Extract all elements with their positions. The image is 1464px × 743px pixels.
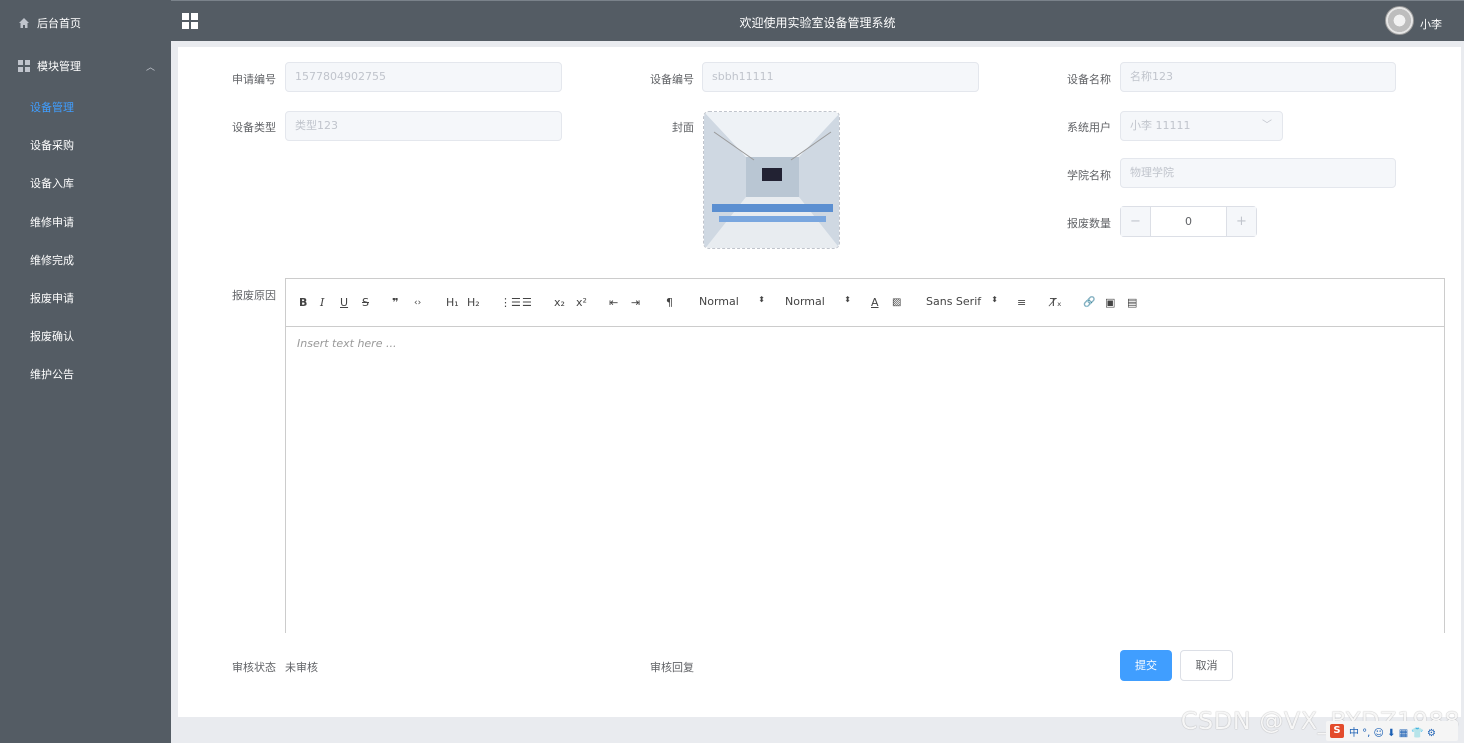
header1-button[interactable]: H₁ <box>446 295 459 311</box>
audit-status-value: 未审核 <box>285 661 318 674</box>
scrap-qty-stepper[interactable]: − 0 + <box>1120 206 1257 237</box>
sidebar-item-label: 设备管理 <box>30 101 74 114</box>
size-picker-label: Normal <box>699 295 739 308</box>
device-name-input[interactable]: 名称123 <box>1120 62 1396 92</box>
header2-button[interactable]: H₂ <box>467 295 480 311</box>
picker-arrow-icon: ⬍ <box>844 295 851 304</box>
sidebar-item-home[interactable]: 后台首页 <box>0 4 171 42</box>
college-input[interactable]: 物理学院 <box>1120 158 1396 188</box>
sidebar-item-device-purchase[interactable]: 设备采购 <box>0 126 171 164</box>
sidebar-item-module[interactable]: 模块管理 ︿ <box>0 47 171 85</box>
device-no-label: 设备编号 <box>650 73 694 86</box>
increment-button[interactable]: + <box>1226 207 1256 236</box>
lab-photo <box>704 112 839 248</box>
sidebar-item-label: 报废确认 <box>30 330 74 343</box>
sidebar-item-device-storage[interactable]: 设备入库 <box>0 164 171 202</box>
device-no-input[interactable]: sbbh11111 <box>702 62 979 92</box>
ime-status: 中 °, ☺ ⬇ ▦ 👕 ⚙ <box>1349 727 1436 739</box>
system-user-label: 系统用户 <box>1067 121 1111 134</box>
sidebar-item-scrap-confirm[interactable]: 报废确认 <box>0 317 171 355</box>
bold-button[interactable]: B <box>299 295 307 311</box>
sidebar-item-label: 后台首页 <box>37 17 81 30</box>
strike-button[interactable]: S <box>362 295 369 311</box>
subscript-button[interactable]: x₂ <box>554 295 565 311</box>
image-icon[interactable]: ▣ <box>1105 295 1115 311</box>
font-picker[interactable]: Sans Serif ⬍ <box>926 295 998 308</box>
sidebar-item-label: 报废申请 <box>30 292 74 305</box>
sidebar-item-label: 维修申请 <box>30 216 74 229</box>
chevron-down-icon: ﹀ <box>1262 120 1272 131</box>
editor-placeholder[interactable]: Insert text here ... <box>297 337 396 350</box>
device-type-label: 设备类型 <box>232 121 276 134</box>
link-icon[interactable]: 🔗 <box>1083 295 1095 311</box>
cover-label: 封面 <box>672 121 694 134</box>
font-picker-label: Sans Serif <box>926 295 982 308</box>
sidebar-item-label: 维护公告 <box>30 368 74 381</box>
clean-format-button[interactable]: T̸ₓ <box>1050 295 1062 311</box>
indent-button[interactable]: ⇥ <box>631 295 640 311</box>
sidebar-item-label: 模块管理 <box>37 60 81 73</box>
editor-toolbar: B I U S ❞ ‹› H₁ H₂ ⋮☰ ☰ x₂ x² ⇤ ⇥ ¶ Norm… <box>286 279 1444 327</box>
audit-reply-label: 审核回复 <box>650 661 694 674</box>
code-block-button[interactable]: ‹› <box>414 295 421 311</box>
ordered-list-button[interactable]: ⋮☰ <box>500 295 521 311</box>
sidebar-item-maintenance-notice[interactable]: 维护公告 <box>0 355 171 393</box>
background-color-icon[interactable]: ▨ <box>892 295 901 311</box>
system-user-select[interactable]: 小李 11111 ﹀ <box>1120 111 1283 141</box>
header-picker[interactable]: Normal ⬍ <box>785 295 851 308</box>
superscript-button[interactable]: x² <box>576 295 587 311</box>
audit-status-label: 审核状态 <box>232 661 276 674</box>
italic-button[interactable]: I <box>320 295 324 311</box>
chevron-up-icon: ︿ <box>145 63 155 73</box>
size-picker[interactable]: Normal ⬍ <box>699 295 765 308</box>
decrement-button[interactable]: − <box>1121 207 1151 236</box>
outdent-button[interactable]: ⇤ <box>609 295 618 311</box>
rich-text-editor: B I U S ❞ ‹› H₁ H₂ ⋮☰ ☰ x₂ x² ⇤ ⇥ ¶ Norm… <box>285 278 1445 633</box>
grid-icon <box>18 60 30 72</box>
avatar[interactable] <box>1385 6 1414 35</box>
sidebar-item-device-manage[interactable]: 设备管理 <box>0 88 171 126</box>
ime-toolbar[interactable]: S 中 °, ☺ ⬇ ▦ 👕 ⚙ <box>1326 721 1458 741</box>
submit-button[interactable]: 提交 <box>1120 650 1172 681</box>
reason-label: 报废原因 <box>232 289 276 302</box>
sidebar: 后台首页 模块管理 ︿ 设备管理 设备采购 设备入库 维修申请 维修完成 报废申… <box>0 0 171 743</box>
rtl-button[interactable]: ¶ <box>666 295 673 311</box>
sidebar-item-label: 维修完成 <box>30 254 74 267</box>
home-icon <box>19 18 29 28</box>
device-type-input[interactable]: 类型123 <box>285 111 562 141</box>
sidebar-item-repair-apply[interactable]: 维修申请 <box>0 203 171 241</box>
sidebar-item-scrap-apply[interactable]: 报废申请 <box>0 279 171 317</box>
sidebar-item-label: 设备入库 <box>30 177 74 190</box>
system-user-value: 小李 11111 <box>1130 119 1191 132</box>
cover-image-upload[interactable] <box>703 111 840 249</box>
apply-no-input[interactable]: 1577804902755 <box>285 62 562 92</box>
form-panel: 申请编号 1577804902755 设备编号 sbbh11111 设备名称 名… <box>178 47 1461 717</box>
picker-arrow-icon: ⬍ <box>991 295 998 304</box>
video-icon[interactable]: ▤ <box>1127 295 1137 311</box>
college-label: 学院名称 <box>1067 169 1111 182</box>
ime-logo-icon: S <box>1330 724 1344 738</box>
blockquote-button[interactable]: ❞ <box>392 295 398 311</box>
scrap-qty-label: 报废数量 <box>1067 217 1111 230</box>
scrap-qty-value[interactable]: 0 <box>1151 207 1226 236</box>
cancel-button[interactable]: 取消 <box>1180 650 1233 681</box>
page-title: 欢迎使用实验室设备管理系统 <box>739 16 896 30</box>
align-button[interactable]: ≡ <box>1017 295 1026 311</box>
header-picker-label: Normal <box>785 295 825 308</box>
picker-arrow-icon: ⬍ <box>758 295 765 304</box>
sidebar-item-repair-done[interactable]: 维修完成 <box>0 241 171 279</box>
apply-no-label: 申请编号 <box>232 73 276 86</box>
bullet-list-button[interactable]: ☰ <box>522 295 532 311</box>
user-name[interactable]: 小李 <box>1420 16 1442 32</box>
top-header: 欢迎使用实验室设备管理系统 小李 <box>171 0 1464 41</box>
font-color-icon[interactable]: A <box>871 295 879 311</box>
sidebar-item-label: 设备采购 <box>30 139 74 152</box>
device-name-label: 设备名称 <box>1067 73 1111 86</box>
underline-button[interactable]: U <box>340 295 348 311</box>
